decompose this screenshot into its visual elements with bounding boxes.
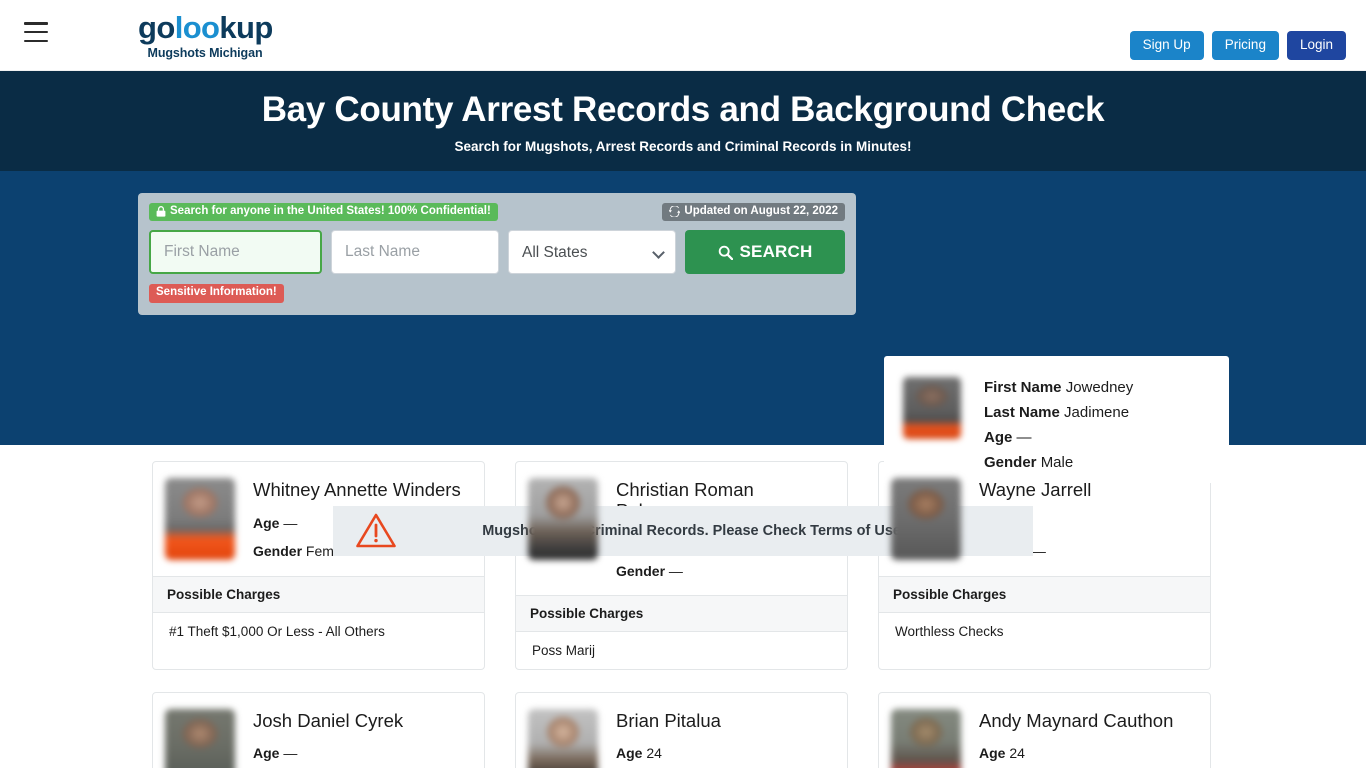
charge-item: Worthless Checks <box>895 624 1004 640</box>
result-age: — <box>283 745 298 762</box>
age-label: Age <box>616 745 643 762</box>
featured-first-name-row: First Name Jowedney <box>984 375 1133 400</box>
logo-subtitle: Mugshots Michigan <box>147 46 263 60</box>
result-gender-row: Gender — <box>616 563 831 579</box>
result-age-row: Age — <box>253 745 403 761</box>
featured-person-details: First Name Jowedney Last Name Jadimene A… <box>984 372 1133 475</box>
refresh-icon <box>669 205 681 217</box>
search-panel-footer: Sensitive Information! <box>149 282 845 303</box>
featured-last-name: Jadimene <box>1064 404 1130 422</box>
result-name: Josh Daniel Cyrek <box>253 709 404 731</box>
featured-gender: Male <box>1040 454 1074 472</box>
last-name-input[interactable] <box>331 230 499 275</box>
result-age: 24 <box>646 745 662 762</box>
age-label: Age <box>984 429 1013 447</box>
mugshot-photo <box>165 708 235 768</box>
featured-first-name: Jowedney <box>1065 379 1134 397</box>
page-title: Bay County Arrest Records and Background… <box>261 90 1105 129</box>
result-card-header: Brian Pitalua Age 24 Gender — <box>516 693 847 768</box>
search-button[interactable]: SEARCH <box>685 230 845 275</box>
mugshot-photo <box>165 478 235 561</box>
search-button-label: SEARCH <box>739 242 813 262</box>
result-gender: — <box>668 562 683 579</box>
result-gender: — <box>1031 542 1046 559</box>
top-bar: golookup Mugshots Michigan Sign Up Prici… <box>0 0 1366 71</box>
hamburger-line <box>24 39 48 42</box>
possible-charges-header: Possible Charges <box>516 594 847 632</box>
featured-person-photo <box>903 377 961 440</box>
search-panel: Search for anyone in the United States! … <box>138 193 856 316</box>
updated-badge: Updated on August 22, 2022 <box>662 202 845 221</box>
mugshot-photo <box>528 478 598 561</box>
first-name-label: First Name <box>984 379 1062 397</box>
result-age: — <box>283 514 298 531</box>
result-card[interactable]: Wayne Jarrell Age — Gender — Possible Ch… <box>878 461 1211 670</box>
result-age-row: Age 24 <box>979 745 1173 761</box>
confidential-badge: Search for anyone in the United States! … <box>149 202 498 221</box>
confidential-badge-label: Search for anyone in the United States! … <box>170 204 491 217</box>
result-card-details: Josh Daniel Cyrek Age — Gender — <box>253 709 403 768</box>
last-name-label: Last Name <box>984 404 1060 422</box>
search-section: Search for anyone in the United States! … <box>0 171 1366 557</box>
featured-gender-row: Gender Male <box>984 450 1133 475</box>
sign-up-button[interactable]: Sign Up <box>1129 31 1204 61</box>
logo-part-kup: kup <box>219 10 273 45</box>
result-name: Andy Maynard Cauthon <box>979 709 1174 731</box>
result-name: Whitney Annette Winders <box>253 479 461 501</box>
hamburger-line <box>24 22 48 25</box>
result-name: Wayne Jarrell <box>979 479 1092 501</box>
mugshot-photo <box>528 708 598 768</box>
gender-label: Gender <box>616 562 666 579</box>
logo-part-loo: loo <box>174 10 220 45</box>
updated-badge-label: Updated on August 22, 2022 <box>684 204 838 217</box>
result-card[interactable]: Christian Roman Palomares Age — Gender —… <box>515 461 848 670</box>
page-subtitle: Search for Mugshots, Arrest Records and … <box>454 139 912 155</box>
lock-icon <box>156 205 166 217</box>
featured-age-row: Age — <box>984 425 1133 450</box>
result-card-header: Josh Daniel Cyrek Age — Gender — <box>153 693 484 768</box>
top-navigation: Sign Up Pricing Login <box>1129 31 1346 61</box>
featured-last-name-row: Last Name Jadimene <box>984 400 1133 425</box>
result-card[interactable]: Andy Maynard Cauthon Age 24 Gender Male <box>878 691 1211 768</box>
charge-item: Poss Marij <box>532 642 596 658</box>
result-name: Brian Pitalua <box>616 709 721 731</box>
result-card[interactable]: Brian Pitalua Age 24 Gender — <box>515 691 848 768</box>
gender-label: Gender <box>253 542 303 559</box>
hamburger-line <box>24 30 48 34</box>
possible-charges-header: Possible Charges <box>879 576 1210 614</box>
logo-part-go: go <box>138 10 175 45</box>
logo-wordmark: golookup <box>138 10 273 45</box>
state-select[interactable]: All States <box>508 230 676 275</box>
login-button[interactable]: Login <box>1286 31 1346 61</box>
result-card[interactable]: Whitney Annette Winders Age — Gender Fem… <box>152 461 485 670</box>
pricing-button[interactable]: Pricing <box>1211 31 1279 61</box>
sensitive-information-badge: Sensitive Information! <box>149 284 284 303</box>
search-icon <box>718 245 733 260</box>
first-name-input[interactable] <box>149 230 322 275</box>
result-age-row: Age 24 <box>616 745 721 761</box>
mugshot-photo <box>891 708 961 768</box>
search-form: All States SEARCH <box>149 230 845 275</box>
gender-label: Gender <box>984 454 1037 472</box>
possible-charges-header: Possible Charges <box>153 576 484 614</box>
search-panel-header: Search for anyone in the United States! … <box>149 202 845 221</box>
result-age: 24 <box>1009 745 1025 762</box>
result-card-details: Andy Maynard Cauthon Age 24 Gender Male <box>979 709 1173 768</box>
age-label: Age <box>253 514 280 531</box>
featured-age: — <box>1016 429 1032 447</box>
result-card[interactable]: Josh Daniel Cyrek Age — Gender — <box>152 691 485 768</box>
result-card-header: Andy Maynard Cauthon Age 24 Gender Male <box>879 693 1210 768</box>
age-label: Age <box>979 745 1006 762</box>
hamburger-menu-icon[interactable] <box>24 22 48 42</box>
state-select-wrapper: All States <box>508 230 676 275</box>
result-card-details: Brian Pitalua Age 24 Gender — <box>616 709 721 768</box>
age-label: Age <box>253 745 280 762</box>
results-section: Whitney Annette Winders Age — Gender Fem… <box>0 445 1366 768</box>
site-logo[interactable]: golookup Mugshots Michigan <box>138 10 273 60</box>
featured-person-card[interactable]: First Name Jowedney Last Name Jadimene A… <box>884 356 1229 484</box>
mugshot-photo <box>891 478 961 561</box>
charge-item: #1 Theft $1,000 Or Less - All Others <box>169 624 385 640</box>
hero-banner: Bay County Arrest Records and Background… <box>0 71 1366 172</box>
